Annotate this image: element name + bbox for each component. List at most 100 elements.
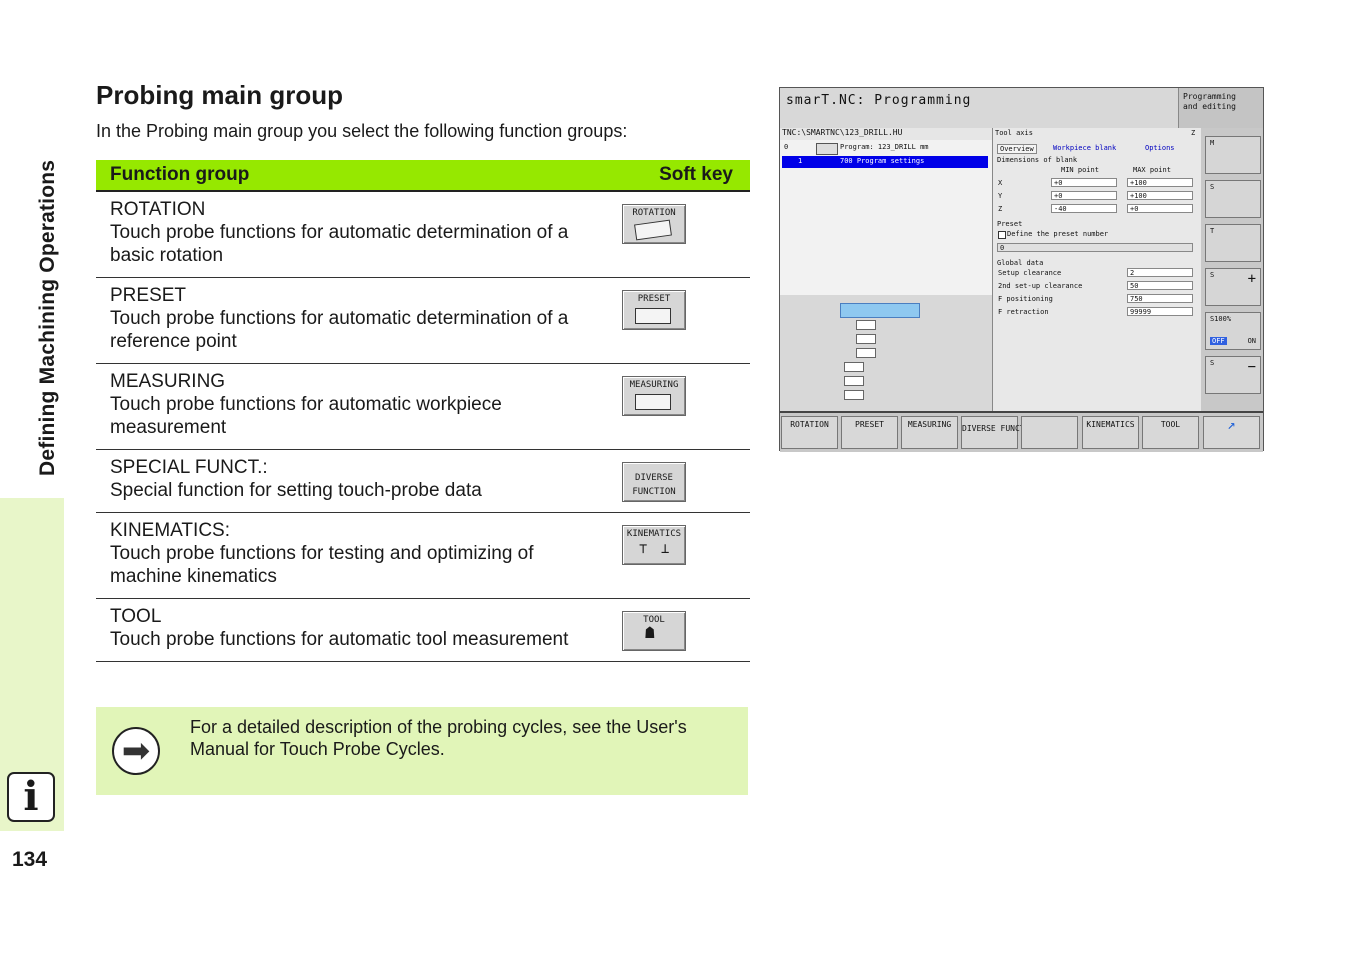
group-name: PRESET bbox=[110, 285, 187, 306]
softkey-cell: DIVERSE FUNCTION bbox=[622, 449, 750, 513]
axis-label: Y bbox=[998, 192, 1003, 200]
tree-node bbox=[856, 320, 876, 330]
min-label: MIN point bbox=[1061, 166, 1099, 174]
f-positioning-field[interactable]: 750 bbox=[1127, 294, 1193, 303]
group-description: Touch probe functions for automatic dete… bbox=[110, 308, 569, 352]
group-name: TOOL bbox=[110, 606, 162, 627]
side-key-spindle-override[interactable]: S100% OFF ON bbox=[1205, 312, 1261, 350]
tree-node bbox=[844, 362, 864, 372]
header-soft-key: Soft key bbox=[622, 160, 750, 192]
max-x-field[interactable]: +100 bbox=[1127, 178, 1193, 187]
screen-title-bar: smarT.NC: Programming bbox=[780, 88, 1178, 128]
probe-icon: ⊥ bbox=[661, 541, 670, 557]
table-row: SPECIAL FUNCT.: Special function for set… bbox=[96, 449, 750, 513]
group-description: Touch probe functions for automatic work… bbox=[110, 394, 502, 438]
file-path: TNC:\SMARTNC\123_DRILL.HU bbox=[780, 128, 992, 140]
row-text: KINEMATICS: Touch probe functions for te… bbox=[96, 512, 622, 599]
min-x-field[interactable]: +0 bbox=[1051, 178, 1117, 187]
softkey-cell: TOOL ☗ bbox=[622, 598, 750, 662]
global-label: Setup clearance bbox=[998, 269, 1062, 277]
softkey-tool[interactable]: TOOL bbox=[1142, 416, 1199, 449]
row-text: MEASURING Touch probe functions for auto… bbox=[96, 363, 622, 450]
setup-clearance-field[interactable]: 2 bbox=[1127, 268, 1193, 277]
side-key-s-minus[interactable]: S − bbox=[1205, 356, 1261, 394]
header-function-group: Function group bbox=[96, 160, 622, 192]
mode-display: Programming and editing bbox=[1178, 88, 1263, 128]
off-toggle[interactable]: OFF bbox=[1210, 337, 1227, 345]
arrow-right-icon: ➡ bbox=[112, 727, 160, 775]
tree-node bbox=[844, 376, 864, 386]
plus-icon: + bbox=[1247, 271, 1256, 287]
tree-index: 0 bbox=[784, 143, 789, 151]
side-key-s-plus[interactable]: S + bbox=[1205, 268, 1261, 306]
arrow-icon: ↗ bbox=[1227, 417, 1236, 433]
probe-icon: ⊤ bbox=[639, 541, 648, 557]
preset-check-label: Define the preset number bbox=[1007, 230, 1109, 238]
softkey-diverse-function[interactable]: DIVERSE FUNCTION bbox=[961, 416, 1039, 449]
blank-title: Dimensions of blank bbox=[997, 156, 1078, 164]
table-row: MEASURING Touch probe functions for auto… bbox=[96, 363, 750, 450]
measuring-glyph-icon bbox=[635, 394, 671, 410]
group-description: Touch probe functions for testing and op… bbox=[110, 543, 534, 587]
page-title: Probing main group bbox=[96, 80, 343, 110]
table-row: PRESET Touch probe functions for automat… bbox=[96, 277, 750, 364]
max-y-field[interactable]: +100 bbox=[1127, 191, 1193, 200]
tool-probe-icon: ☗ bbox=[645, 623, 655, 642]
group-name: ROTATION bbox=[110, 199, 206, 220]
softkey-cell: KINEMATICS ⊤ ⊥ bbox=[622, 512, 750, 599]
row-text: SPECIAL FUNCT.: Special function for set… bbox=[96, 449, 622, 513]
tree-row-settings: 700 Program settings bbox=[840, 157, 925, 165]
tree-node bbox=[844, 390, 864, 400]
max-z-field[interactable]: +0 bbox=[1127, 204, 1193, 213]
softkey-rotation[interactable]: ROTATION bbox=[781, 416, 838, 449]
preset-checkbox[interactable] bbox=[998, 231, 1006, 239]
table-row: KINEMATICS: Touch probe functions for te… bbox=[96, 512, 750, 599]
side-key-s[interactable]: S bbox=[1205, 180, 1261, 218]
page-number: 134 bbox=[12, 848, 48, 871]
global-label: 2nd set-up clearance bbox=[998, 282, 1083, 290]
softkey-cell: MEASURING bbox=[622, 363, 750, 450]
softkey-preset[interactable]: PRESET bbox=[841, 416, 898, 449]
softkey-bar: ROTATION PRESET MEASURING DIVERSE FUNCTI… bbox=[780, 411, 1263, 452]
tree-node bbox=[856, 334, 876, 344]
tool-axis-value: Z bbox=[1191, 129, 1196, 137]
tab-workpiece-blank[interactable]: Workpiece blank bbox=[1053, 144, 1116, 152]
second-clearance-field[interactable]: 50 bbox=[1127, 281, 1193, 290]
softkey-kinematics[interactable]: KINEMATICS bbox=[1082, 416, 1139, 449]
row-text: TOOL Touch probe functions for automatic… bbox=[96, 598, 622, 662]
side-key-m[interactable]: M bbox=[1205, 136, 1261, 174]
axis-label: Z bbox=[998, 205, 1003, 213]
group-name: KINEMATICS: bbox=[110, 520, 230, 541]
tab-overview[interactable]: Overview bbox=[997, 144, 1037, 154]
rotation-softkey[interactable]: ROTATION bbox=[622, 204, 686, 244]
min-z-field[interactable]: -40 bbox=[1051, 204, 1117, 213]
table-header: Function group Soft key bbox=[96, 160, 750, 192]
softkey-measuring[interactable]: MEASURING bbox=[901, 416, 958, 449]
tree-row-program[interactable]: Program: 123_DRILL mm bbox=[840, 143, 929, 151]
preset-softkey[interactable]: PRESET bbox=[622, 290, 686, 330]
minus-icon: − bbox=[1247, 359, 1256, 375]
side-key-t[interactable]: T bbox=[1205, 224, 1261, 262]
global-label: F retraction bbox=[998, 308, 1049, 316]
f-retraction-field[interactable]: 99999 bbox=[1127, 307, 1193, 316]
on-toggle[interactable]: ON bbox=[1248, 337, 1256, 345]
tab-options[interactable]: Options bbox=[1145, 144, 1175, 152]
function-group-table: Function group Soft key ROTATION Touch p… bbox=[96, 160, 750, 662]
softkey-next[interactable]: ↗ bbox=[1203, 416, 1260, 449]
intro-text: In the Probing main group you select the… bbox=[96, 121, 628, 141]
min-y-field[interactable]: +0 bbox=[1051, 191, 1117, 200]
softkey-cell: PRESET bbox=[622, 277, 750, 364]
tool-softkey[interactable]: TOOL ☗ bbox=[622, 611, 686, 651]
program-tree: 0 Program: 123_DRILL mm 1 700 Program se… bbox=[780, 140, 992, 295]
softkey-empty[interactable] bbox=[1021, 416, 1078, 449]
diverse-function-softkey[interactable]: DIVERSE FUNCTION bbox=[622, 462, 686, 502]
measuring-softkey[interactable]: MEASURING bbox=[622, 376, 686, 416]
kinematics-softkey[interactable]: KINEMATICS ⊤ ⊥ bbox=[622, 525, 686, 565]
side-softkeys: M S T S + S100% OFF ON S − bbox=[1201, 128, 1263, 411]
preset-field[interactable]: 0 bbox=[997, 243, 1193, 252]
row-text: ROTATION Touch probe functions for autom… bbox=[96, 191, 622, 278]
program-icon bbox=[816, 143, 838, 155]
preset-title: Preset bbox=[997, 220, 1023, 228]
chapter-title: Defining Machining Operations bbox=[36, 159, 59, 476]
axis-label: X bbox=[998, 179, 1003, 187]
